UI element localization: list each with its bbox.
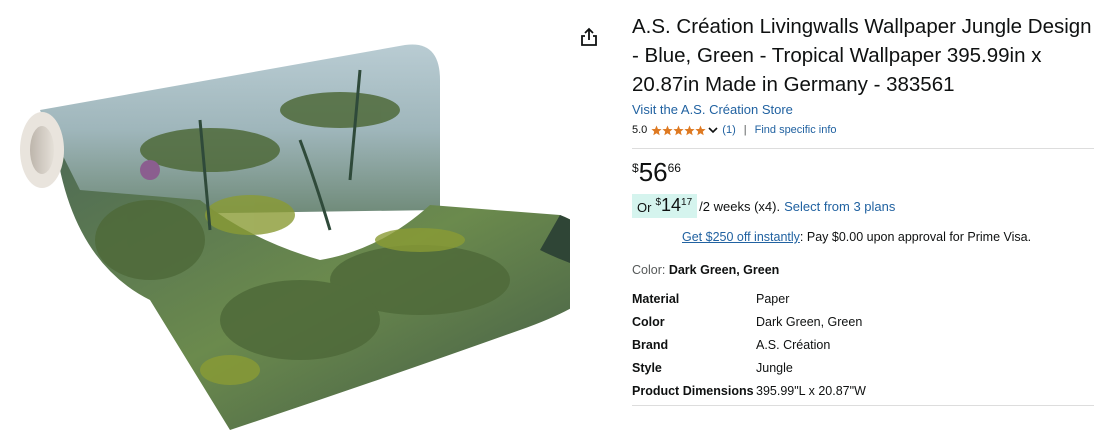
spec-row: Material Paper (632, 290, 1094, 308)
installment-badge: Or $ 14 17 (632, 194, 698, 218)
star-icon (684, 125, 695, 135)
installment-fraction: 17 (681, 197, 693, 208)
find-specific-info-link[interactable]: Find specific info (755, 124, 837, 136)
store-link[interactable]: Visit the A.S. Création Store (632, 102, 1094, 117)
spec-key: Material (632, 292, 680, 306)
spec-row: Style Jungle (632, 359, 1094, 377)
chevron-down-icon[interactable] (708, 126, 718, 134)
spec-row: Product Dimensions 395.99"L x 20.87"W (632, 382, 1094, 400)
product-title: A.S. Création Livingwalls Wallpaper Jung… (632, 15, 1092, 96)
spec-value: A.S. Création (756, 338, 831, 352)
color-label: Color: (632, 263, 666, 277)
spec-row: Brand A.S. Création (632, 336, 1094, 354)
promo-link[interactable]: Get $250 off instantly (682, 230, 800, 244)
spec-value: 395.99"L x 20.87"W (756, 384, 866, 398)
installment-term: /2 weeks (x4). (699, 198, 781, 214)
rating-count[interactable]: (1) (722, 124, 735, 136)
select-plans-link[interactable]: Select from 3 plans (784, 199, 895, 214)
spec-key: Brand (632, 338, 669, 352)
promo-text: : Pay $0.00 upon approval for Prime Visa… (799, 230, 1032, 244)
divider (632, 405, 1094, 406)
price-whole: 56 (638, 157, 668, 187)
divider (632, 148, 1094, 149)
product-image[interactable] (0, 0, 570, 434)
star-icon (695, 125, 706, 135)
spec-key: Style (632, 361, 662, 375)
star-rating[interactable] (651, 125, 706, 136)
color-row: Color: Dark Green, Green (632, 263, 1094, 277)
color-value: Dark Green, Green (668, 263, 780, 277)
rating-row: 5.0 (1) | Find specific info (632, 123, 1094, 137)
installment-whole: 14 (661, 195, 682, 215)
spec-value: Dark Green, Green (756, 315, 863, 329)
spec-key: Color (632, 315, 665, 329)
share-button[interactable] (576, 24, 602, 50)
spec-key: Product Dimensions (632, 384, 754, 398)
share-icon (581, 27, 597, 46)
price-symbol: $ (632, 161, 639, 175)
star-icon (673, 125, 684, 135)
price: $ 56 66 (632, 159, 1094, 189)
star-icon (662, 125, 673, 135)
star-icon (651, 125, 662, 135)
separator: | (743, 124, 747, 136)
installment-row: Or $ 14 17 /2 weeks (x4). Select from 3 … (632, 194, 1094, 218)
product-info: A.S. Création Livingwalls Wallpaper Jung… (632, 12, 1094, 406)
installment-prefix: Or (637, 200, 652, 215)
spec-value: Jungle (756, 361, 793, 375)
spec-value: Paper (756, 292, 790, 306)
specs-table: Material Paper Color Dark Green, Green B… (632, 290, 1094, 400)
price-fraction: 66 (667, 161, 681, 175)
rating-value: 5.0 (632, 124, 648, 136)
spec-row: Color Dark Green, Green (632, 313, 1094, 331)
promo-row: Get $250 off instantly: Pay $0.00 upon a… (682, 230, 1094, 244)
